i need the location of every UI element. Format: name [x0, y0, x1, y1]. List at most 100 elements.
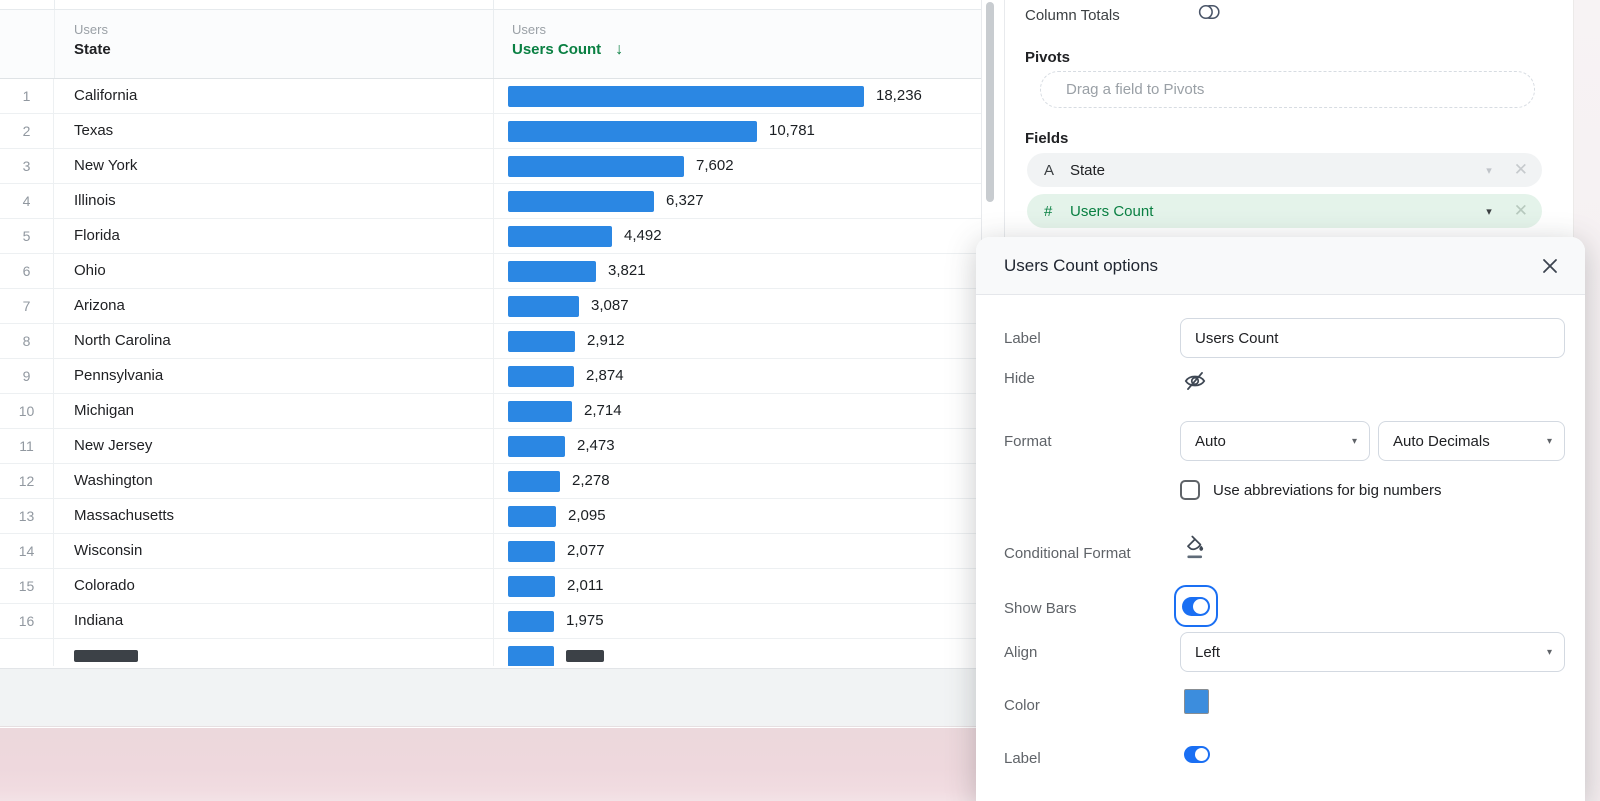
users-count-cell[interactable]: 2,278 — [493, 464, 982, 498]
abbreviations-label: Use abbreviations for big numbers — [1213, 482, 1441, 499]
conditional-format-label: Conditional Format — [1004, 545, 1131, 562]
table-row[interactable]: 8 North Carolina 2,912 — [0, 324, 982, 359]
users-count-cell[interactable]: 7,602 — [493, 149, 982, 183]
table-row[interactable]: 5 Florida 4,492 — [0, 219, 982, 254]
field-pill-users-count[interactable]: # Users Count ▾ ✕ — [1027, 194, 1542, 228]
users-count-cell[interactable]: 3,087 — [493, 289, 982, 323]
table-row[interactable]: 7 Arizona 3,087 — [0, 289, 982, 324]
table-row[interactable]: 4 Illinois 6,327 — [0, 184, 982, 219]
value-label: 2,095 — [568, 499, 606, 533]
row-number: 8 — [0, 324, 54, 358]
users-count-cell[interactable] — [493, 639, 982, 666]
toggle-knob — [1195, 748, 1208, 761]
users-count-cell[interactable]: 4,492 — [493, 219, 982, 253]
abbreviations-checkbox[interactable] — [1180, 480, 1200, 500]
remove-field-icon[interactable]: ✕ — [1514, 160, 1528, 180]
row-number: 10 — [0, 394, 54, 428]
toggle-pill — [1184, 746, 1210, 763]
chevron-down-icon: ▾ — [1352, 436, 1357, 447]
table-row-partial[interactable] — [0, 639, 982, 666]
column-header-users-count[interactable]: Users Users Count↓ — [512, 22, 623, 59]
close-icon[interactable] — [1541, 257, 1559, 275]
table-row[interactable]: 2 Texas 10,781 — [0, 114, 982, 149]
decimals-value: Auto Decimals — [1393, 433, 1490, 450]
users-count-options-modal: Users Count options Label Users Count Hi… — [976, 237, 1585, 801]
state-cell[interactable]: Washington — [74, 464, 153, 498]
users-count-cell[interactable]: 2,714 — [493, 394, 982, 428]
table-row[interactable]: 10 Michigan 2,714 — [0, 394, 982, 429]
remove-field-icon[interactable]: ✕ — [1514, 201, 1528, 221]
table-row[interactable]: 15 Colorado 2,011 — [0, 569, 982, 604]
state-cell[interactable]: Colorado — [74, 569, 135, 603]
state-cell[interactable]: California — [74, 79, 137, 113]
users-count-cell[interactable]: 2,011 — [493, 569, 982, 603]
state-cell[interactable]: Michigan — [74, 394, 134, 428]
table-row[interactable]: 12 Washington 2,278 — [0, 464, 982, 499]
users-count-cell[interactable]: 18,236 — [493, 79, 982, 113]
chevron-down-icon[interactable]: ▾ — [1486, 205, 1492, 218]
table-vertical-scrollbar[interactable] — [986, 2, 994, 202]
table-row[interactable]: 9 Pennsylvania 2,874 — [0, 359, 982, 394]
label-input-value: Users Count — [1195, 330, 1278, 347]
state-cell[interactable]: Illinois — [74, 184, 116, 218]
users-count-cell[interactable]: 2,874 — [493, 359, 982, 393]
value-label: 3,821 — [608, 254, 646, 288]
row-number: 13 — [0, 499, 54, 533]
table-row[interactable]: 14 Wisconsin 2,077 — [0, 534, 982, 569]
label-toggle-label: Label — [1004, 750, 1041, 767]
align-field-label: Align — [1004, 644, 1037, 661]
toggle-knob — [1193, 599, 1208, 614]
state-cell[interactable]: Arizona — [74, 289, 125, 323]
format-dropdown[interactable]: Auto ▾ — [1180, 421, 1370, 461]
eye-off-icon[interactable] — [1182, 368, 1208, 394]
value-bar — [508, 366, 574, 387]
state-cell[interactable]: Massachusetts — [74, 499, 174, 533]
users-count-cell[interactable]: 2,077 — [493, 534, 982, 568]
pivots-drop-zone[interactable]: Drag a field to Pivots — [1040, 71, 1535, 108]
state-cell[interactable]: New York — [74, 149, 137, 183]
row-number: 9 — [0, 359, 54, 393]
state-cell[interactable]: Texas — [74, 114, 113, 148]
state-cell[interactable]: Wisconsin — [74, 534, 142, 568]
table-row[interactable]: 6 Ohio 3,821 — [0, 254, 982, 289]
bar-color-swatch[interactable] — [1184, 689, 1209, 714]
chevron-down-icon: ▾ — [1547, 436, 1552, 447]
chevron-down-icon[interactable]: ▾ — [1486, 164, 1492, 177]
paint-bucket-icon[interactable] — [1182, 534, 1208, 564]
decimals-dropdown[interactable]: Auto Decimals ▾ — [1378, 421, 1565, 461]
align-dropdown[interactable]: Left ▾ — [1180, 632, 1565, 672]
table-row[interactable]: 11 New Jersey 2,473 — [0, 429, 982, 464]
column-label-state: State — [74, 41, 111, 58]
users-count-cell[interactable]: 1,975 — [493, 604, 982, 638]
show-bars-toggle-on[interactable] — [1174, 585, 1218, 627]
label-input[interactable]: Users Count — [1180, 318, 1565, 358]
column-totals-toggle-off[interactable] — [1198, 3, 1220, 21]
fields-section-label: Fields — [1025, 130, 1068, 147]
table-row[interactable]: 13 Massachusetts 2,095 — [0, 499, 982, 534]
users-count-cell[interactable]: 3,821 — [493, 254, 982, 288]
column-header-state[interactable]: Users State — [74, 22, 111, 59]
table-row[interactable]: 3 New York 7,602 — [0, 149, 982, 184]
state-cell[interactable]: Pennsylvania — [74, 359, 163, 393]
state-cell[interactable]: Indiana — [74, 604, 123, 638]
state-cell[interactable]: New Jersey — [74, 429, 152, 463]
field-pill-state[interactable]: A State ▾ ✕ — [1027, 153, 1542, 187]
sort-desc-icon[interactable]: ↓ — [615, 41, 623, 58]
table-row[interactable]: 16 Indiana 1,975 — [0, 604, 982, 639]
table-row[interactable]: 1 California 18,236 — [0, 79, 982, 114]
users-count-cell[interactable]: 6,327 — [493, 184, 982, 218]
show-bars-label: Show Bars — [1004, 600, 1077, 617]
state-cell[interactable]: North Carolina — [74, 324, 171, 358]
users-count-cell[interactable]: 2,473 — [493, 429, 982, 463]
users-count-cell[interactable]: 2,095 — [493, 499, 982, 533]
column-group-label: Users — [512, 22, 623, 37]
value-label: 2,278 — [572, 464, 610, 498]
label-toggle-on[interactable] — [1184, 746, 1210, 763]
state-cell[interactable]: Ohio — [74, 254, 106, 288]
users-count-cell[interactable]: 10,781 — [493, 114, 982, 148]
value-bar — [508, 296, 579, 317]
users-count-cell[interactable]: 2,912 — [493, 324, 982, 358]
row-number: 5 — [0, 219, 54, 253]
state-cell[interactable]: Florida — [74, 219, 120, 253]
row-number: 11 — [0, 429, 54, 463]
